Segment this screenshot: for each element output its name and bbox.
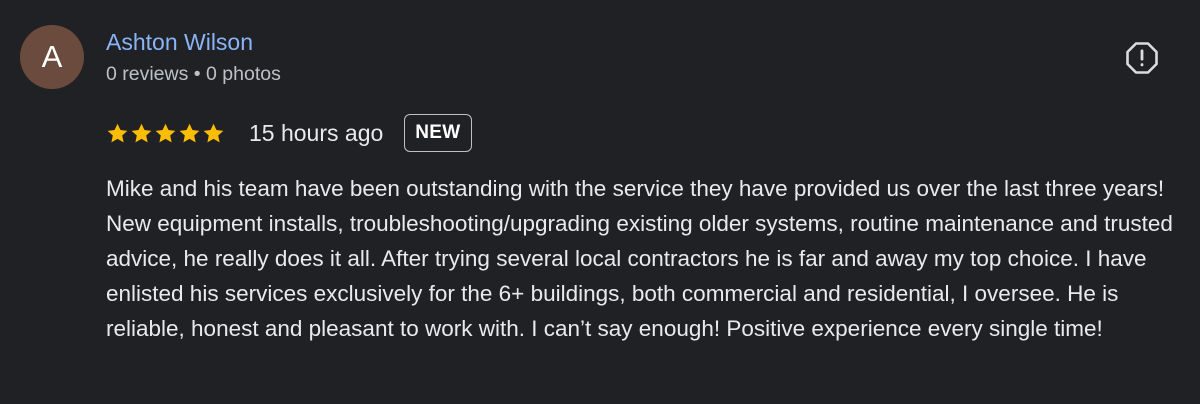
star-icon <box>202 122 225 145</box>
new-badge: NEW <box>404 114 472 152</box>
star-rating <box>106 122 225 145</box>
star-icon <box>130 122 153 145</box>
avatar-initial: A <box>41 39 63 74</box>
report-button[interactable] <box>1122 40 1162 80</box>
review-text: Mike and his team have been outstanding … <box>106 176 1173 341</box>
author-name-link[interactable]: Ashton Wilson <box>106 28 253 56</box>
review-card: A Ashton Wilson 0 reviews • 0 photos 15 … <box>0 0 1200 404</box>
rating-row: 15 hours ago NEW <box>106 114 472 152</box>
star-icon <box>106 122 129 145</box>
star-icon <box>154 122 177 145</box>
avatar[interactable]: A <box>20 25 84 89</box>
review-time: 15 hours ago <box>249 119 384 146</box>
star-icon <box>178 122 201 145</box>
report-icon <box>1125 41 1159 80</box>
author-meta: 0 reviews • 0 photos <box>106 63 281 85</box>
